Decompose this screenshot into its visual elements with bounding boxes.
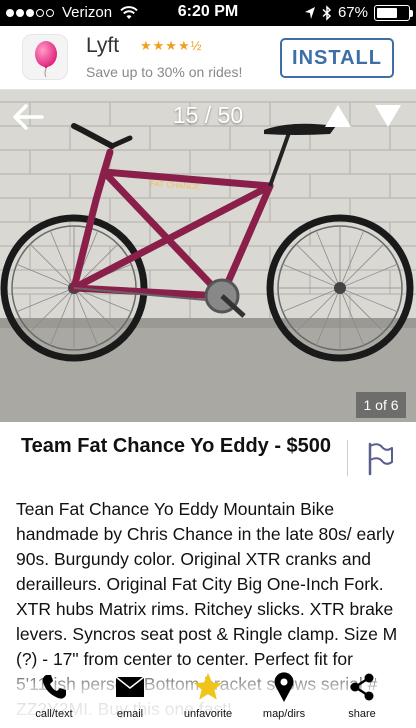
call-text-button[interactable]: call/text	[14, 672, 94, 728]
envelope-icon	[115, 676, 145, 697]
ad-rating-stars: ★★★★½	[140, 38, 203, 53]
install-button[interactable]: INSTALL	[280, 38, 394, 78]
ad-tagline: Save up to 30% on rides!	[86, 64, 243, 80]
image-count-badge: 1 of 6	[356, 392, 406, 418]
ad-app-name: Lyft	[86, 34, 120, 57]
unfavorite-button[interactable]: unfavorite	[168, 672, 248, 728]
map-directions-label: map/dirs	[262, 708, 306, 720]
next-listing-icon[interactable]	[374, 104, 402, 128]
star-icon	[193, 672, 223, 700]
email-button[interactable]: email	[90, 672, 170, 728]
bike-photo: FAT CHANCE	[0, 90, 416, 422]
location-arrow-icon	[304, 6, 315, 19]
phone-icon	[42, 675, 66, 699]
title-divider	[347, 440, 348, 476]
status-bar: Verizon 6:20 PM 67%	[0, 0, 416, 26]
bluetooth-icon	[322, 4, 332, 21]
battery-icon	[374, 4, 413, 21]
email-label: email	[116, 708, 144, 720]
map-directions-button[interactable]: map/dirs	[244, 672, 324, 728]
previous-listing-icon[interactable]	[324, 104, 352, 128]
ad-banner[interactable]: Lyft ★★★★½ Save up to 30% on rides! INST…	[0, 26, 416, 116]
share-button[interactable]: share	[322, 672, 402, 728]
map-pin-icon	[274, 672, 294, 702]
front-wheel	[266, 214, 414, 362]
listing-counter: 15 / 50	[172, 102, 244, 128]
listing-photo[interactable]: FAT CHANCE 15 / 50 1 of 6	[0, 90, 416, 422]
bottom-toolbar: call/text email unfavorite map/dirs shar…	[0, 666, 416, 728]
lyft-app-icon[interactable]	[22, 34, 68, 80]
unfavorite-label: unfavorite	[183, 708, 233, 720]
share-label: share	[348, 708, 376, 720]
share-icon	[350, 673, 374, 701]
battery-percent: 67%	[337, 4, 368, 21]
status-right: 67%	[304, 4, 413, 21]
balloon-icon	[35, 41, 57, 78]
listing-header: Team Fat Chance Yo Eddy - $500	[0, 422, 416, 488]
call-text-label: call/text	[35, 708, 73, 720]
flag-icon[interactable]	[366, 442, 394, 476]
listing-title: Team Fat Chance Yo Eddy - $500	[20, 435, 332, 457]
